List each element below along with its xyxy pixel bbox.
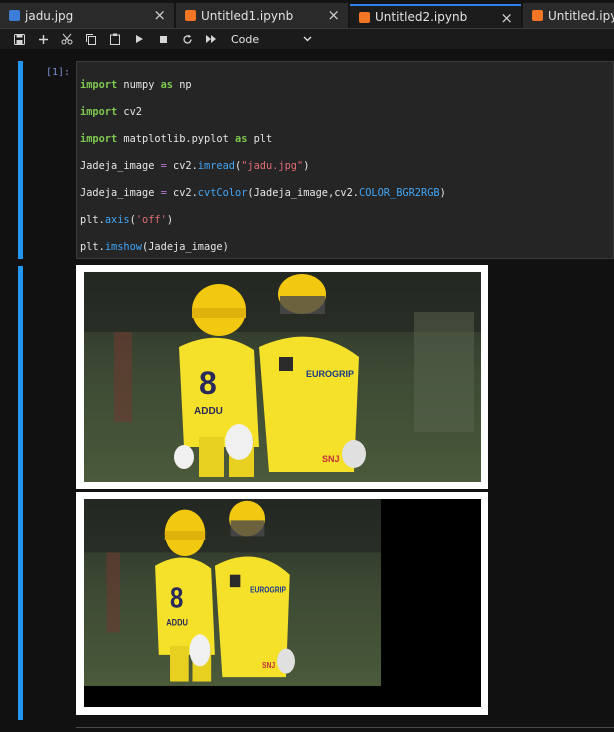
jersey-number: 8 [170, 582, 183, 614]
notebook-toolbar: Code [0, 29, 614, 49]
tab-label: jadu.jpg [25, 8, 74, 23]
tab-untitled[interactable]: Untitled.ipynb [523, 3, 614, 28]
jersey-name: ADDU [194, 406, 223, 417]
scaled-cricketers-photo: 8 ADDU EUROGRIP SNJ [84, 499, 381, 686]
code-line: Jadeja_image = cv2.imread("jadu.jpg") [80, 159, 310, 172]
notebook-icon [532, 10, 543, 21]
tab-untitled2[interactable]: Untitled2.ipynb × [350, 4, 521, 28]
code-line: import matplotlib.pyplot as plt [80, 132, 273, 145]
tab-label: Untitled2.ipynb [375, 10, 468, 24]
jersey-number: 8 [199, 365, 217, 401]
tab-label: Untitled.ipynb [548, 8, 614, 23]
sleeve-label: SNJ [322, 454, 340, 464]
sponsor-label: EUROGRIP [250, 585, 286, 595]
tab-label: Untitled1.ipynb [201, 8, 294, 23]
image-icon [9, 10, 20, 21]
copy-icon[interactable] [79, 29, 103, 49]
code-editor[interactable]: import numpy as np import cv2 import mat… [76, 61, 614, 259]
cut-icon[interactable] [55, 29, 79, 49]
scaled-photo-canvas: 8 ADDU EUROGRIP SNJ [84, 499, 481, 707]
tab-bar: jadu.jpg × Untitled1.ipynb × Untitled2.i… [0, 0, 614, 29]
stop-icon[interactable] [151, 29, 175, 49]
notebook-icon [185, 10, 196, 21]
cell-type-dropdown[interactable]: Code [231, 33, 312, 46]
jersey-name: ADDU [166, 618, 188, 628]
code-line: import cv2 [80, 105, 143, 118]
input-collapser[interactable] [18, 61, 23, 259]
run-all-icon[interactable] [199, 29, 223, 49]
code-line: plt.imshow(Jadeja_image) [80, 240, 229, 253]
run-icon[interactable] [127, 29, 151, 49]
close-icon[interactable]: × [500, 9, 513, 27]
add-cell-icon[interactable] [31, 29, 55, 49]
restart-icon[interactable] [175, 29, 199, 49]
close-icon[interactable]: × [153, 6, 166, 24]
close-icon[interactable]: × [327, 6, 340, 24]
code-line: import numpy as np [80, 78, 192, 91]
execution-count: [1]: [46, 67, 71, 78]
output-collapser[interactable] [18, 266, 23, 720]
chevron-down-icon [303, 34, 312, 45]
next-cell-border [76, 727, 614, 728]
original-image-output: 8 ADDU EUROGRIP SNJ [76, 265, 488, 489]
save-icon[interactable] [7, 29, 31, 49]
cell-type-label: Code [231, 32, 260, 46]
notebook-icon [359, 11, 370, 23]
code-line: plt.axis('off') [80, 213, 174, 226]
paste-icon[interactable] [103, 29, 127, 49]
tab-jadu-jpg[interactable]: jadu.jpg × [0, 3, 174, 28]
code-line: Jadeja_image = cv2.cvtColor(Jadeja_image… [80, 186, 446, 199]
sleeve-label: SNJ [262, 661, 275, 671]
cricketers-photo: 8 ADDU EUROGRIP SNJ [84, 272, 481, 482]
sponsor-label: EUROGRIP [306, 369, 354, 379]
tab-untitled1[interactable]: Untitled1.ipynb × [176, 3, 348, 28]
scaled-image-output: 8 ADDU EUROGRIP SNJ [76, 492, 488, 715]
